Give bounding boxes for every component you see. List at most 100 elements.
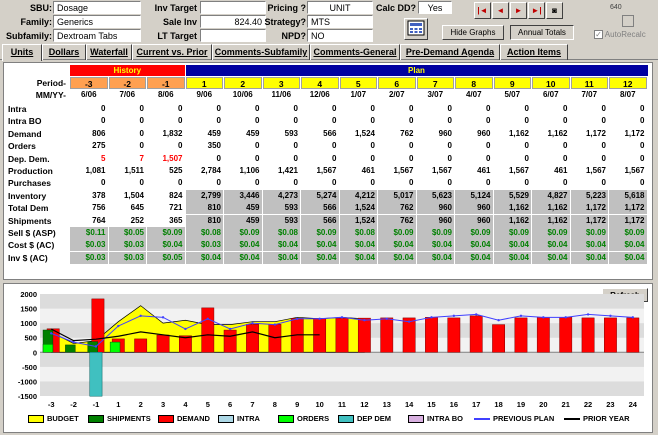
grid-cell[interactable]: 762 <box>378 214 416 227</box>
grid-cell[interactable]: 1,172 <box>609 202 647 215</box>
find-button[interactable]: ◙ <box>546 2 563 19</box>
grid-cell[interactable]: 1,172 <box>609 214 647 227</box>
grid-cell[interactable]: 960 <box>416 202 454 215</box>
grid-cell[interactable]: 0 <box>224 103 262 115</box>
grid-cell[interactable]: 1,172 <box>609 128 647 140</box>
grid-cell[interactable]: 2,784 <box>186 165 224 177</box>
last-record-button[interactable]: ►| <box>528 2 545 19</box>
grid-cell[interactable]: 0 <box>224 177 262 189</box>
grid-cell[interactable]: 0 <box>340 103 378 115</box>
grid-cell[interactable]: 5,623 <box>416 189 454 202</box>
grid-cell[interactable]: 0 <box>378 140 416 152</box>
grid-cell[interactable]: 1,172 <box>570 214 608 227</box>
grid-cell[interactable]: 0 <box>494 153 532 165</box>
grid-cell[interactable]: 3,446 <box>224 189 262 202</box>
lt-target-field[interactable] <box>200 29 266 42</box>
grid-cell[interactable]: 0 <box>494 177 532 189</box>
grid-cell[interactable]: 2,799 <box>185 189 223 202</box>
grid-cell[interactable]: 1,567 <box>494 165 532 177</box>
npd-field[interactable]: NO <box>307 29 373 42</box>
grid-cell[interactable]: 1,162 <box>532 214 570 227</box>
grid-cell[interactable]: 0 <box>532 115 570 127</box>
tab-comments-general[interactable]: Comments-General <box>310 44 400 60</box>
grid-cell[interactable]: 459 <box>224 214 262 227</box>
grid-cell[interactable]: 5,274 <box>301 189 339 202</box>
grid-cell[interactable]: 566 <box>301 202 339 215</box>
grid-cell[interactable]: 0 <box>455 115 493 127</box>
grid-cell[interactable]: 0 <box>417 153 455 165</box>
grid-cell[interactable]: 0 <box>186 153 224 165</box>
grid-cell[interactable]: 960 <box>417 128 455 140</box>
grid-cell[interactable]: 0 <box>224 153 262 165</box>
grid-cell[interactable]: 593 <box>263 128 301 140</box>
grid-cell[interactable]: 0 <box>301 140 339 152</box>
grid-cell[interactable]: 1,567 <box>571 165 609 177</box>
previous-record-button[interactable]: ◄ <box>492 2 509 19</box>
grid-cell[interactable]: 0 <box>609 140 647 152</box>
grid-cell[interactable]: 0 <box>186 115 224 127</box>
grid-cell[interactable]: 1,172 <box>570 202 608 215</box>
grid-cell[interactable]: 0 <box>532 140 570 152</box>
grid-cell[interactable]: 0 <box>417 103 455 115</box>
grid-cell[interactable]: 1,421 <box>263 165 301 177</box>
grid-cell[interactable]: 0 <box>532 153 570 165</box>
grid-cell[interactable]: 960 <box>455 214 493 227</box>
grid-cell[interactable]: 0 <box>301 103 339 115</box>
calculator-button[interactable] <box>404 18 428 40</box>
grid-cell[interactable]: 0 <box>378 177 416 189</box>
grid-cell[interactable]: 0 <box>417 115 455 127</box>
grid-cell[interactable]: 566 <box>301 128 339 140</box>
tab-waterfall[interactable]: Waterfall <box>86 44 132 60</box>
grid-cell[interactable]: 0 <box>378 115 416 127</box>
autorecalc-checkbox[interactable]: ✓ AutoRecalc <box>594 30 646 40</box>
grid-cell[interactable]: 1,162 <box>532 128 570 140</box>
grid-cell[interactable]: 0 <box>494 140 532 152</box>
grid-cell[interactable]: 0 <box>186 177 224 189</box>
grid-cell[interactable]: 0 <box>532 103 570 115</box>
grid-cell[interactable]: 0 <box>455 140 493 152</box>
grid-cell[interactable]: 0 <box>224 115 262 127</box>
grid-cell[interactable]: 0 <box>417 140 455 152</box>
grid-cell[interactable]: 0 <box>609 153 647 165</box>
tab-comments-subfamily[interactable]: Comments-Subfamily <box>212 44 310 60</box>
grid-cell[interactable]: 0 <box>340 153 378 165</box>
grid-cell[interactable]: 810 <box>185 214 223 227</box>
grid-cell[interactable]: 0 <box>340 115 378 127</box>
grid-cell[interactable]: 0 <box>571 140 609 152</box>
grid-cell[interactable]: 0 <box>571 115 609 127</box>
grid-cell[interactable]: 459 <box>224 202 262 215</box>
tab-current-vs-prior[interactable]: Current vs. Prior <box>132 44 212 60</box>
grid-cell[interactable]: 0 <box>263 140 301 152</box>
grid-cell[interactable]: 1,524 <box>339 214 377 227</box>
grid-cell[interactable]: 0 <box>186 103 224 115</box>
grid-cell[interactable]: 5,124 <box>455 189 493 202</box>
grid-cell[interactable]: 762 <box>378 202 416 215</box>
grid-cell[interactable]: 5,618 <box>609 189 647 202</box>
grid-cell[interactable]: 0 <box>455 177 493 189</box>
grid-cell[interactable]: 0 <box>263 103 301 115</box>
grid-cell[interactable]: 459 <box>224 128 262 140</box>
first-record-button[interactable]: |◄ <box>474 2 491 19</box>
grid-cell[interactable]: 0 <box>571 153 609 165</box>
grid-cell[interactable]: 0 <box>340 177 378 189</box>
grid-cell[interactable]: 1,162 <box>493 214 531 227</box>
grid-cell[interactable]: 0 <box>301 153 339 165</box>
grid-cell[interactable]: 0 <box>378 103 416 115</box>
grid-cell[interactable]: 960 <box>455 202 493 215</box>
next-record-button[interactable]: ► <box>510 2 527 19</box>
grid-cell[interactable]: 1,567 <box>301 165 339 177</box>
grid-cell[interactable]: 459 <box>186 128 224 140</box>
grid-cell[interactable]: 0 <box>571 103 609 115</box>
grid-cell[interactable]: 593 <box>262 214 300 227</box>
grid-cell[interactable]: 0 <box>224 140 262 152</box>
grid-cell[interactable]: 1,524 <box>339 202 377 215</box>
grid-cell[interactable]: 0 <box>609 115 647 127</box>
strategy-field[interactable]: MTS <box>307 15 373 28</box>
grid-cell[interactable]: 4,212 <box>339 189 377 202</box>
grid-cell[interactable]: 0 <box>340 140 378 152</box>
grid-cell[interactable]: 0 <box>455 153 493 165</box>
grid-cell[interactable]: 566 <box>301 214 339 227</box>
family-field[interactable]: Generics <box>53 15 141 28</box>
grid-cell[interactable]: 5,223 <box>570 189 608 202</box>
grid-cell[interactable]: 461 <box>340 165 378 177</box>
